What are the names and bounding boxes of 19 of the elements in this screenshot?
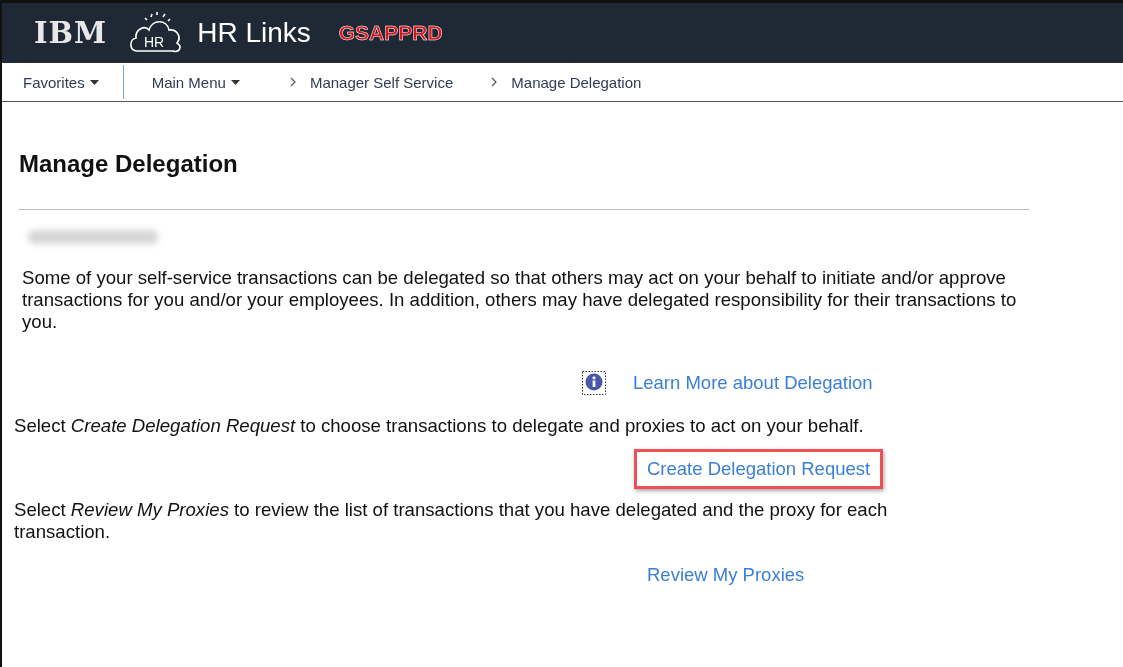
instruction-text: Select Review My Proxies to review the list of transactions that you have delegated and the proxy for each transaction. xyxy=(14,499,889,543)
action-link[interactable]: Create Delegation Request xyxy=(634,449,884,489)
nav-menu[interactable]: Main Menu xyxy=(147,73,244,91)
learn-more-link[interactable]: Learn More about Delegation xyxy=(630,363,886,403)
page-title: Manage Delegation xyxy=(19,150,239,178)
action-link[interactable]: Review My Proxies xyxy=(634,555,818,595)
environment-label: GSAPPRD xyxy=(338,21,443,45)
chevron-icon xyxy=(289,77,296,87)
instruction-text: Select Create Delegation Request to choose transactions to delegate and proxies to act on your behalf. xyxy=(14,415,865,437)
nav-menu[interactable]: Favorites xyxy=(19,73,103,91)
caret-icon xyxy=(230,79,240,85)
breadcrumb-link[interactable]: Manage Delegation xyxy=(511,73,642,91)
ibm-logo: IBM xyxy=(34,16,108,50)
caret-icon xyxy=(89,79,99,85)
app-title: HR Links xyxy=(197,17,311,49)
chevron-icon xyxy=(491,77,498,87)
info-icon xyxy=(582,371,606,395)
intro-paragraph: Some of your self-service transactions can be delegated so that others may act on your behalf to initiate and/or approve transactions for you and/or your employees. In addition, others may have delegated responsibility for their transactions to you. xyxy=(22,267,1018,333)
breadcrumb-link[interactable]: Manager Self Service xyxy=(309,73,454,91)
